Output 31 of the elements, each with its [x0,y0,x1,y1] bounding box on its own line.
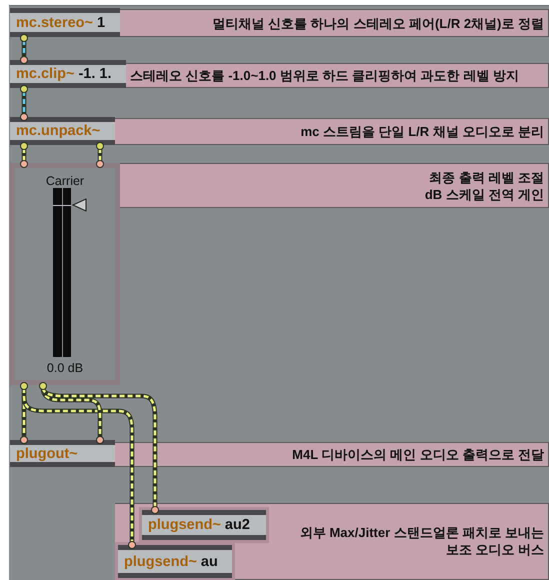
gain-reading: 0.0 dB [46,360,84,378]
inlet-icon[interactable] [128,541,136,549]
inlet-icon[interactable] [20,56,28,64]
slider-thumb[interactable] [72,198,87,212]
inlet-icon[interactable] [96,160,104,168]
outlet-icon[interactable] [20,85,28,93]
inlet-icon[interactable] [151,506,159,514]
comment: M4L 디바이스의 메인 오디오 출력으로 전달 [115,442,549,467]
inlet-icon[interactable] [20,113,28,121]
patch-cord [22,91,26,115]
patch-object[interactable]: mc.clip~ -1. 1. [10,60,126,88]
comment: 최종 출력 레벨 조절 dB 스케일 전역 게인 [117,163,549,208]
outlet-icon[interactable] [96,142,104,150]
outlet-icon[interactable] [20,142,28,150]
comment: 스테레오 신호를 -1.0~1.0 범위로 하드 클리핑하여 과도한 레벨 방지 [126,63,549,88]
patch-cord [98,148,102,162]
gain-slider[interactable]: Carrier 0.0 dB [10,163,120,385]
patch-object[interactable]: plugsend~ au2 [142,510,266,540]
patch-object[interactable]: mc.stereo~ 1 [10,8,120,37]
patch-cord [22,148,26,162]
outlet-icon[interactable] [20,34,28,42]
inlet-icon[interactable] [96,436,104,444]
inlet-icon[interactable] [20,160,28,168]
patch-object[interactable]: plugsend~ au [118,545,232,578]
inlet-icon[interactable] [20,436,28,444]
outlet-icon[interactable] [20,382,28,390]
comment: 멀티채널 신호를 하나의 스테레오 페어(L/R 2채널)로 정렬 [120,9,549,37]
patch-cord [22,40,26,58]
gain-label: Carrier [44,173,86,190]
outlet-icon[interactable] [39,382,47,390]
comment: mc 스트림을 단일 L/R 채널 오디오로 분리 [115,118,549,145]
